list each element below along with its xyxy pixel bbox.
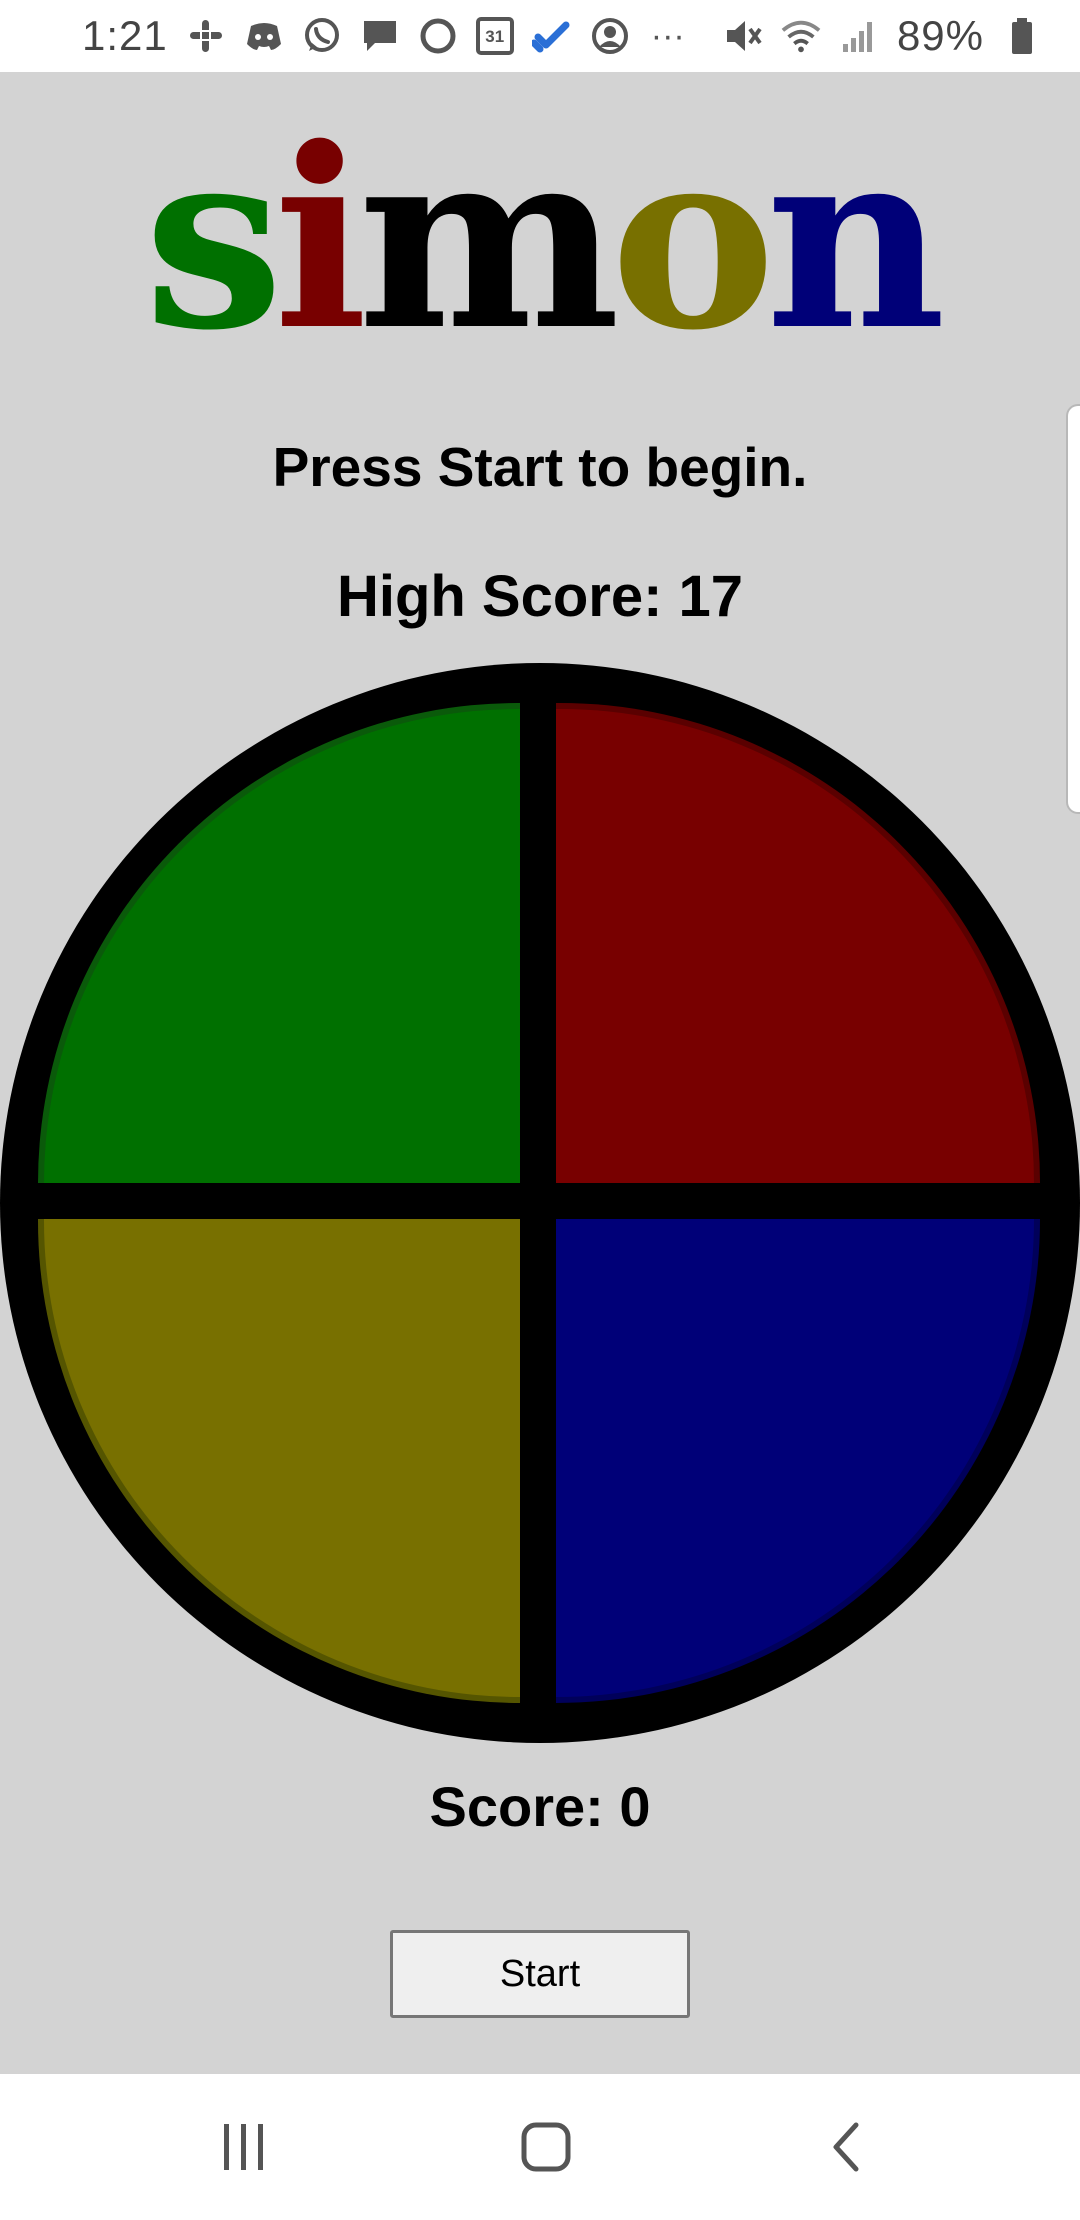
yellow-pad[interactable] [38,1219,520,1703]
battery-icon [1002,16,1042,56]
circle-app-icon [418,16,458,56]
home-button[interactable] [486,2104,606,2190]
account-icon [590,16,630,56]
recent-apps-icon [220,2122,268,2172]
back-button[interactable] [786,2104,906,2190]
battery-percentage: 89% [896,12,984,59]
discord-icon [244,16,284,56]
blue-pad[interactable] [556,1219,1040,1703]
start-button[interactable]: Start [390,1930,690,2018]
whatsapp-icon [302,16,342,56]
green-pad[interactable] [38,703,520,1183]
home-icon [520,2121,572,2173]
status-left: 1:21 31 ··· [82,12,688,60]
status-time: 1:21 [82,12,168,59]
tasks-icon [531,16,572,56]
edge-panel-handle[interactable] [1066,404,1080,814]
status-right: 89% [723,12,1042,60]
navigation-bar [0,2074,1080,2220]
title-letter-i: i [273,94,368,385]
mute-icon [723,16,763,56]
title-letter-m: m [357,94,620,385]
title-letter-s: s [144,94,284,385]
game-title: simon [0,110,1080,370]
calendar-icon: 31 [475,17,514,55]
title-letter-o: o [610,94,775,385]
game-board [0,663,1080,1743]
signal-icon [839,16,879,56]
back-icon [826,2121,866,2173]
current-score: Score: 0 [429,1775,651,1838]
red-pad[interactable] [556,703,1040,1183]
wifi-icon [781,16,821,56]
high-score: High Score: 17 [336,564,744,629]
message-icon [360,16,400,56]
recent-apps-button[interactable] [184,2104,304,2190]
title-letter-n: n [765,94,946,385]
slack-icon [186,16,226,56]
more-icon: ··· [650,17,685,55]
status-bar: 1:21 31 ··· 89% [0,0,1080,72]
game-message: Press Start to begin. [272,436,808,498]
